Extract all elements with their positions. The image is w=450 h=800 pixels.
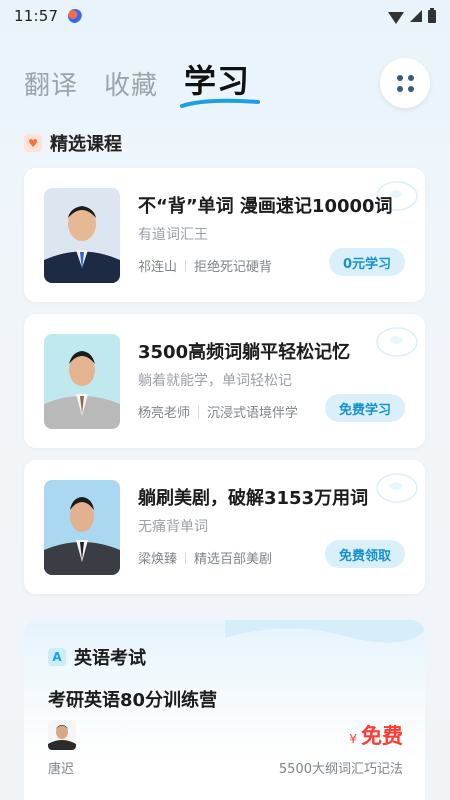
status-bar: 11:57 (0, 0, 450, 32)
wifi-icon (388, 12, 404, 24)
decorative-pattern-icon (376, 473, 418, 503)
exam-price: ¥ 免费 (349, 720, 403, 750)
battery-icon (428, 7, 436, 23)
grid-dots-icon (396, 74, 414, 92)
heart-icon: ♥ (24, 134, 42, 152)
course-meta: 祁连山 拒绝死记硬背 (138, 256, 272, 275)
price-value: 免费 (361, 724, 403, 748)
decorative-pattern-icon (376, 327, 418, 357)
course-cta-button[interactable]: 免费学习 (324, 394, 405, 422)
tab-study[interactable]: 学习 (180, 56, 261, 108)
tab-study-label: 学习 (184, 62, 251, 100)
app-notification-icon (68, 9, 83, 23)
course-title: 躺刷美剧，破解3153万用词 (138, 488, 369, 509)
course-tagline: 拒绝死记硬背 (194, 260, 273, 275)
menu-button[interactable] (380, 58, 430, 108)
status-time: 11:57 (14, 7, 59, 25)
course-meta: 梁焕臻 精选百部美剧 (138, 548, 272, 567)
status-icons (388, 7, 436, 24)
course-card[interactable]: 躺刷美剧，破解3153万用词 无痛背单词 梁焕臻 精选百部美剧 免费领取 (24, 460, 425, 594)
meta-divider (198, 405, 200, 418)
featured-courses-header: ♥ 精选课程 (24, 130, 122, 156)
teacher-name: 唐迟 (48, 762, 75, 777)
english-exam-card[interactable]: A 英语考试 考研英语80分训练营 唐迟 ¥ 免费 5500大纲词汇巧记法 (24, 620, 425, 800)
decorative-wave (225, 620, 425, 643)
course-cta-button[interactable]: 免费领取 (324, 540, 405, 568)
course-teacher: 梁焕臻 (138, 552, 178, 567)
exam-badge-icon: A (48, 648, 66, 666)
signal-icon (410, 10, 422, 22)
tab-favorites[interactable]: 收藏 (104, 65, 158, 102)
course-teacher: 杨亮老师 (138, 406, 191, 421)
course-subtitle: 无痛背单词 (138, 519, 208, 535)
top-tabs: 翻译 收藏 学习 (24, 56, 261, 108)
exam-section-title: 英语考试 (74, 648, 146, 669)
section-title: 精选课程 (50, 134, 122, 155)
course-title: 3500高频词躺平轻松记忆 (138, 342, 351, 363)
exam-description: 5500大纲词汇巧记法 (278, 762, 403, 777)
meta-divider (185, 551, 187, 564)
course-thumbnail (44, 334, 120, 429)
course-thumbnail (44, 480, 120, 575)
course-tagline: 精选百部美剧 (194, 552, 273, 567)
exam-section-header: A 英语考试 (48, 644, 146, 670)
course-card[interactable]: 不“背”单词 漫画速记10000词 有道词汇王 祁连山 拒绝死记硬背 0元学习 (24, 168, 425, 302)
tab-translate[interactable]: 翻译 (24, 65, 78, 102)
exam-course-title[interactable]: 考研英语80分训练营 (48, 686, 217, 712)
course-cta-button[interactable]: 0元学习 (328, 248, 405, 276)
course-card[interactable]: 3500高频词躺平轻松记忆 躺着就能学，单词轻松记 杨亮老师 沉浸式语境伴学 免… (24, 314, 425, 448)
course-subtitle: 躺着就能学，单词轻松记 (138, 373, 292, 389)
price-symbol: ¥ (349, 732, 357, 746)
course-thumbnail (44, 188, 120, 283)
teacher-avatar (48, 720, 76, 750)
tab-active-indicator (180, 98, 261, 108)
course-tagline: 沉浸式语境伴学 (207, 406, 299, 421)
meta-divider (185, 259, 187, 272)
course-subtitle: 有道词汇王 (138, 227, 208, 243)
course-title: 不“背”单词 漫画速记10000词 (138, 196, 393, 217)
course-teacher: 祁连山 (138, 260, 178, 275)
course-meta: 杨亮老师 沉浸式语境伴学 (138, 402, 298, 421)
